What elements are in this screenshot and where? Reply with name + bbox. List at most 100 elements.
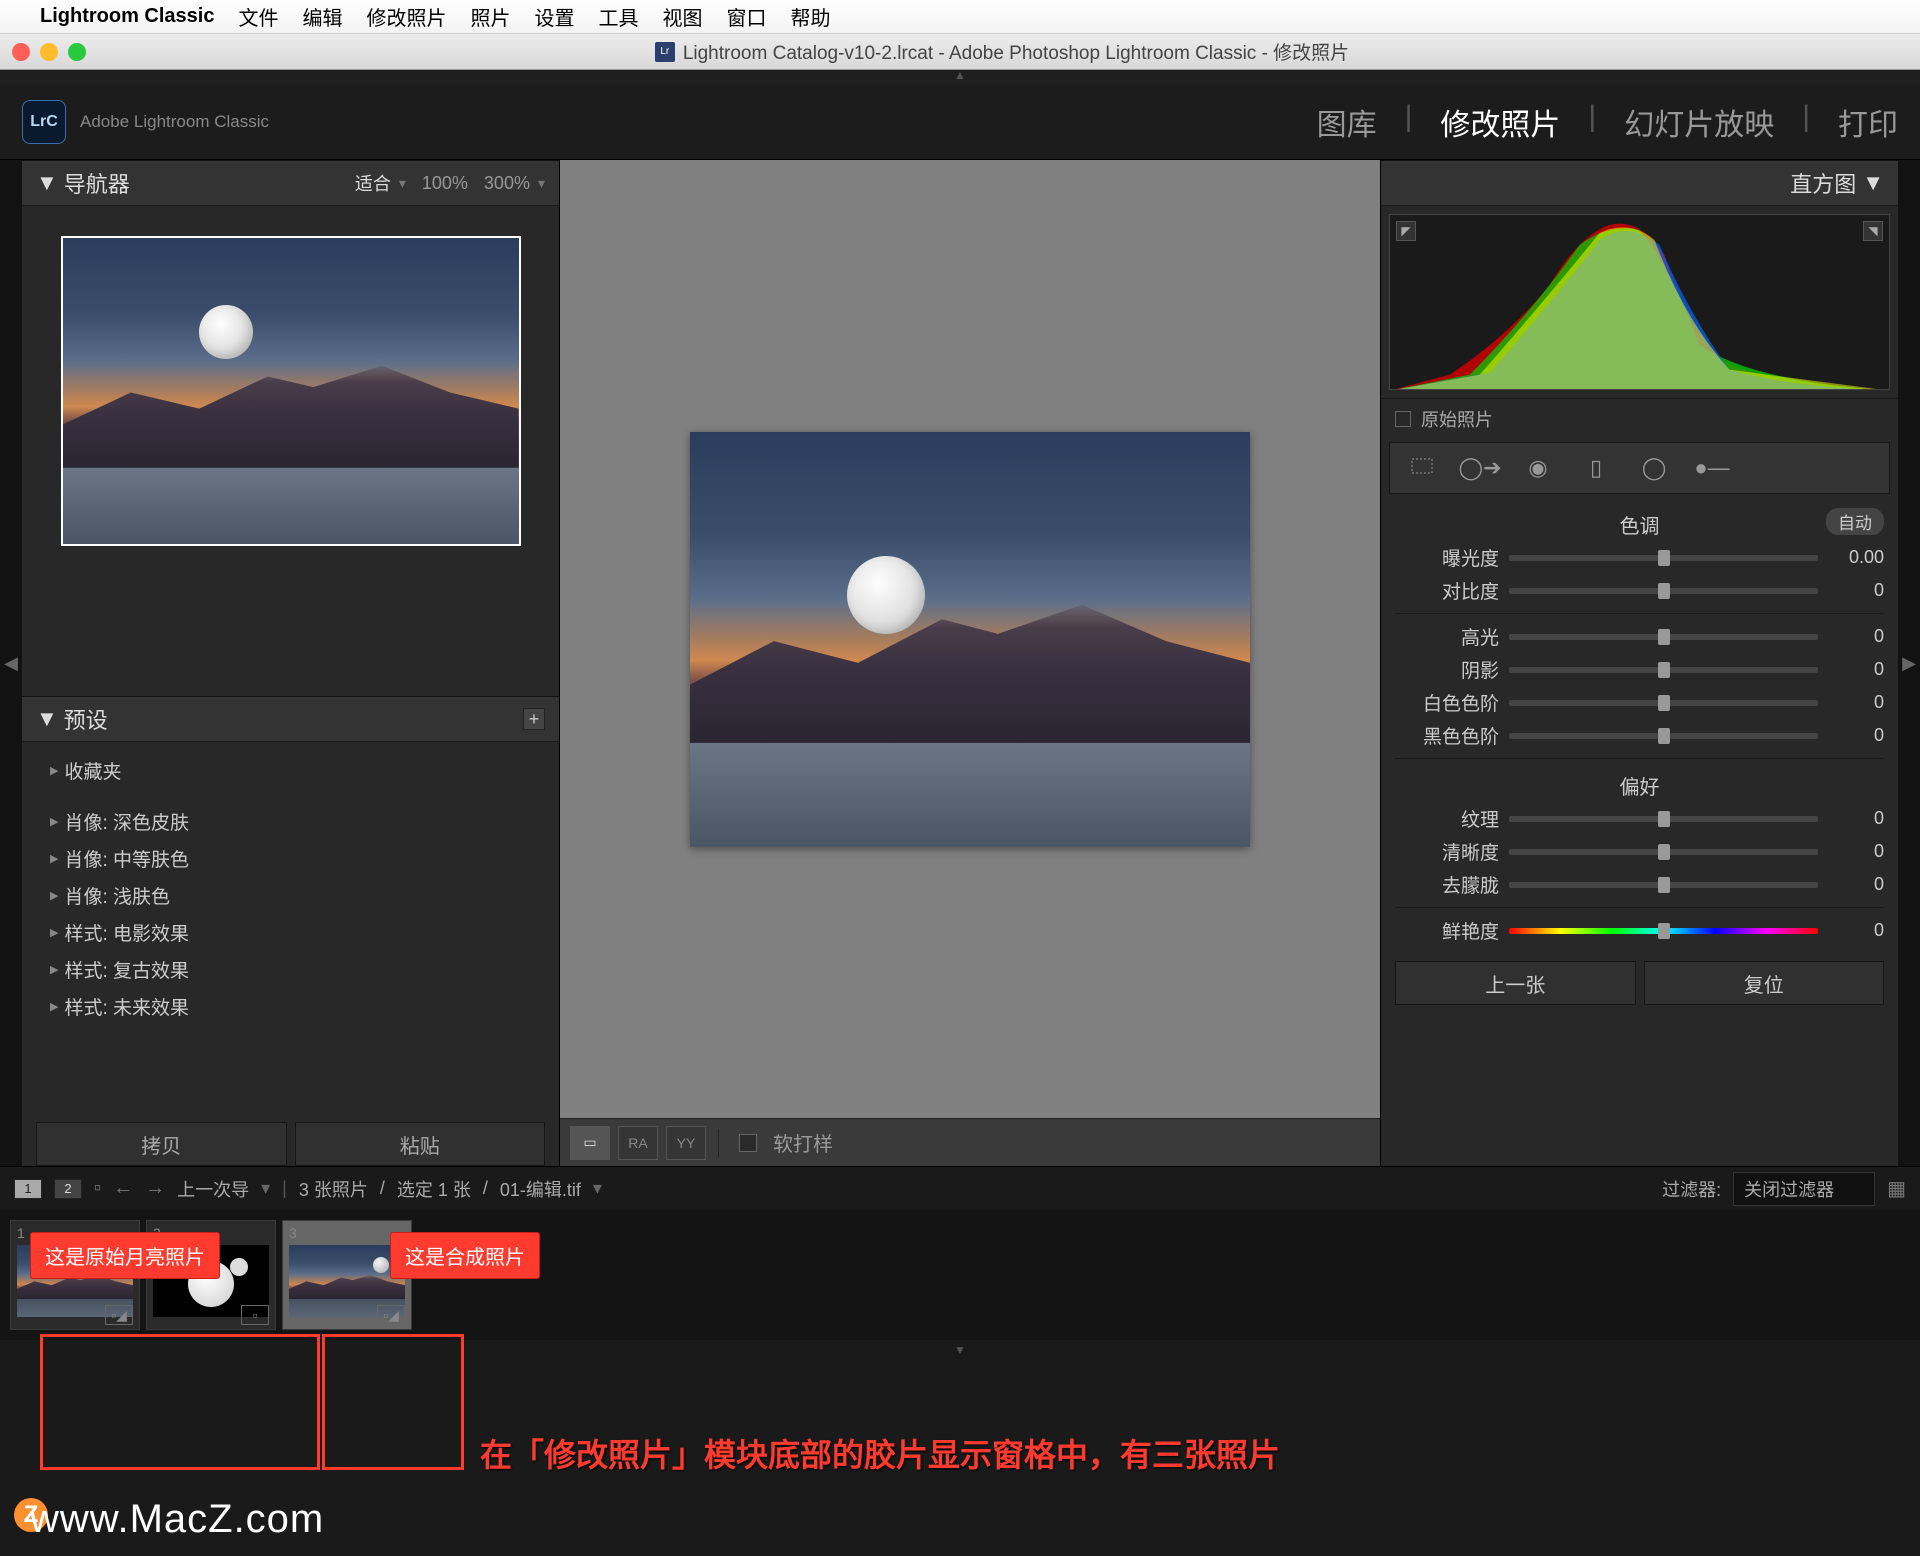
- center-toolbar: ▭ RA YY 软打样: [560, 1118, 1380, 1166]
- radial-tool-icon[interactable]: ◯: [1634, 451, 1674, 485]
- navigator-preview[interactable]: [61, 236, 521, 546]
- top-grip[interactable]: [0, 70, 1920, 84]
- paste-button[interactable]: 粘贴: [295, 1122, 546, 1166]
- menu-file[interactable]: 文件: [238, 2, 278, 31]
- filter-label: 过滤器:: [1662, 1176, 1721, 1202]
- blacks-value[interactable]: 0: [1828, 725, 1884, 746]
- redeye-tool-icon[interactable]: ◉: [1518, 451, 1558, 485]
- whites-value[interactable]: 0: [1828, 692, 1884, 713]
- texture-label: 纹理: [1395, 805, 1499, 832]
- copy-button[interactable]: 拷贝: [36, 1122, 287, 1166]
- brush-tool-icon[interactable]: ●—: [1692, 451, 1732, 485]
- preset-portrait-light[interactable]: 肖像: 浅肤色: [38, 877, 543, 914]
- vibrance-value[interactable]: 0: [1828, 920, 1884, 941]
- navigator-header[interactable]: ▼ 导航器 适合▾ 100% 300%▾: [22, 160, 559, 206]
- filter-lock-icon[interactable]: ▦: [1887, 1176, 1906, 1201]
- tone-header: 色调: [1620, 516, 1660, 538]
- original-label: 原始照片: [1421, 406, 1493, 432]
- menu-view[interactable]: 视图: [662, 2, 702, 31]
- zoom-button[interactable]: [68, 43, 86, 61]
- contrast-slider[interactable]: [1509, 588, 1818, 594]
- nav-source[interactable]: 上一次导: [177, 1176, 249, 1202]
- menu-window[interactable]: 窗口: [726, 2, 766, 31]
- presets-header[interactable]: ▼ 预设 +: [22, 696, 559, 742]
- app-name[interactable]: Lightroom Classic: [40, 5, 214, 28]
- loupe-view-button[interactable]: ▭: [570, 1126, 610, 1160]
- histogram[interactable]: ◤ ◥: [1389, 214, 1890, 390]
- preset-portrait-med[interactable]: 肖像: 中等肤色: [38, 840, 543, 877]
- screen2-icon[interactable]: ▫: [94, 1177, 101, 1200]
- grid-1[interactable]: 1: [14, 1179, 42, 1199]
- menu-help[interactable]: 帮助: [790, 2, 830, 31]
- preset-favorites[interactable]: 收藏夹: [38, 752, 543, 789]
- left-edge-expand[interactable]: ◀: [0, 160, 22, 1166]
- dehaze-value[interactable]: 0: [1828, 874, 1884, 895]
- filter-dropdown[interactable]: 关闭过滤器: [1733, 1172, 1875, 1206]
- left-panel: ▼ 导航器 适合▾ 100% 300%▾ ▼ 预设 + 收藏夹 肖像: 深色皮肤…: [22, 160, 560, 1166]
- compare-yy-button[interactable]: YY: [666, 1126, 706, 1160]
- module-library[interactable]: 图库: [1317, 100, 1377, 144]
- thumb-badge-icon: ▫◢: [105, 1305, 133, 1325]
- module-develop[interactable]: 修改照片: [1440, 100, 1560, 144]
- original-photo-row[interactable]: 原始照片: [1381, 398, 1898, 438]
- menu-tools[interactable]: 工具: [598, 2, 638, 31]
- compare-ra-button[interactable]: RA: [618, 1126, 658, 1160]
- texture-value[interactable]: 0: [1828, 808, 1884, 829]
- module-slideshow[interactable]: 幻灯片放映: [1624, 100, 1774, 144]
- exposure-slider[interactable]: [1509, 555, 1818, 561]
- preset-style-film[interactable]: 样式: 电影效果: [38, 914, 543, 951]
- module-print[interactable]: 打印: [1838, 100, 1898, 144]
- menu-develop[interactable]: 修改照片: [366, 2, 446, 31]
- histogram-header[interactable]: 直方图 ▼: [1381, 160, 1898, 206]
- right-edge-expand[interactable]: ▶: [1898, 160, 1920, 1166]
- vibrance-label: 鲜艳度: [1395, 917, 1499, 944]
- zoom-100[interactable]: 100%: [422, 173, 468, 194]
- photo-count: 3 张照片: [299, 1176, 368, 1202]
- highlights-value[interactable]: 0: [1828, 626, 1884, 647]
- thumb-badge-icon: ▫◢: [377, 1305, 405, 1325]
- clarity-label: 清晰度: [1395, 838, 1499, 865]
- annotation-box-1: [40, 1334, 320, 1470]
- original-checkbox[interactable]: [1395, 411, 1411, 427]
- minimize-button[interactable]: [40, 43, 58, 61]
- add-preset-button[interactable]: +: [523, 708, 545, 730]
- dehaze-label: 去朦胧: [1395, 871, 1499, 898]
- thumb-badge-icon: ▫: [241, 1305, 269, 1325]
- menu-photo[interactable]: 照片: [470, 2, 510, 31]
- menu-settings[interactable]: 设置: [534, 2, 574, 31]
- whites-slider[interactable]: [1509, 700, 1818, 706]
- softproof-label: 软打样: [773, 1128, 833, 1157]
- shadows-slider[interactable]: [1509, 667, 1818, 673]
- reset-button[interactable]: 复位: [1644, 961, 1885, 1005]
- annotation-caption: 在「修改照片」模块底部的胶片显示窗格中，有三张照片: [480, 1430, 1280, 1476]
- close-button[interactable]: [12, 43, 30, 61]
- auto-button[interactable]: 自动: [1826, 508, 1884, 535]
- grid-2[interactable]: 2: [54, 1179, 82, 1199]
- texture-slider[interactable]: [1509, 816, 1818, 822]
- exposure-value[interactable]: 0.00: [1828, 547, 1884, 568]
- nav-fwd[interactable]: →: [145, 1177, 165, 1200]
- previous-button[interactable]: 上一张: [1395, 961, 1636, 1005]
- zoom-fit[interactable]: 适合: [355, 170, 391, 196]
- heal-tool-icon[interactable]: ◯➔: [1460, 451, 1500, 485]
- whites-label: 白色色阶: [1395, 689, 1499, 716]
- crop-tool-icon[interactable]: [1402, 451, 1442, 485]
- preset-portrait-dark[interactable]: 肖像: 深色皮肤: [38, 803, 543, 840]
- mask-tool-icon[interactable]: ▯: [1576, 451, 1616, 485]
- dehaze-slider[interactable]: [1509, 882, 1818, 888]
- preset-style-vintage[interactable]: 样式: 复古效果: [38, 951, 543, 988]
- blacks-slider[interactable]: [1509, 733, 1818, 739]
- clarity-slider[interactable]: [1509, 849, 1818, 855]
- clarity-value[interactable]: 0: [1828, 841, 1884, 862]
- vibrance-slider[interactable]: [1509, 928, 1818, 934]
- shadows-value[interactable]: 0: [1828, 659, 1884, 680]
- nav-back[interactable]: ←: [113, 1177, 133, 1200]
- zoom-300[interactable]: 300%: [484, 173, 530, 194]
- preset-style-future[interactable]: 样式: 未来效果: [38, 988, 543, 1025]
- main-photo[interactable]: [690, 432, 1250, 847]
- menu-edit[interactable]: 编辑: [302, 2, 342, 31]
- highlights-slider[interactable]: [1509, 634, 1818, 640]
- contrast-value[interactable]: 0: [1828, 580, 1884, 601]
- annotation-balloon-2: 这是合成照片: [390, 1232, 540, 1279]
- softproof-checkbox[interactable]: [739, 1134, 757, 1152]
